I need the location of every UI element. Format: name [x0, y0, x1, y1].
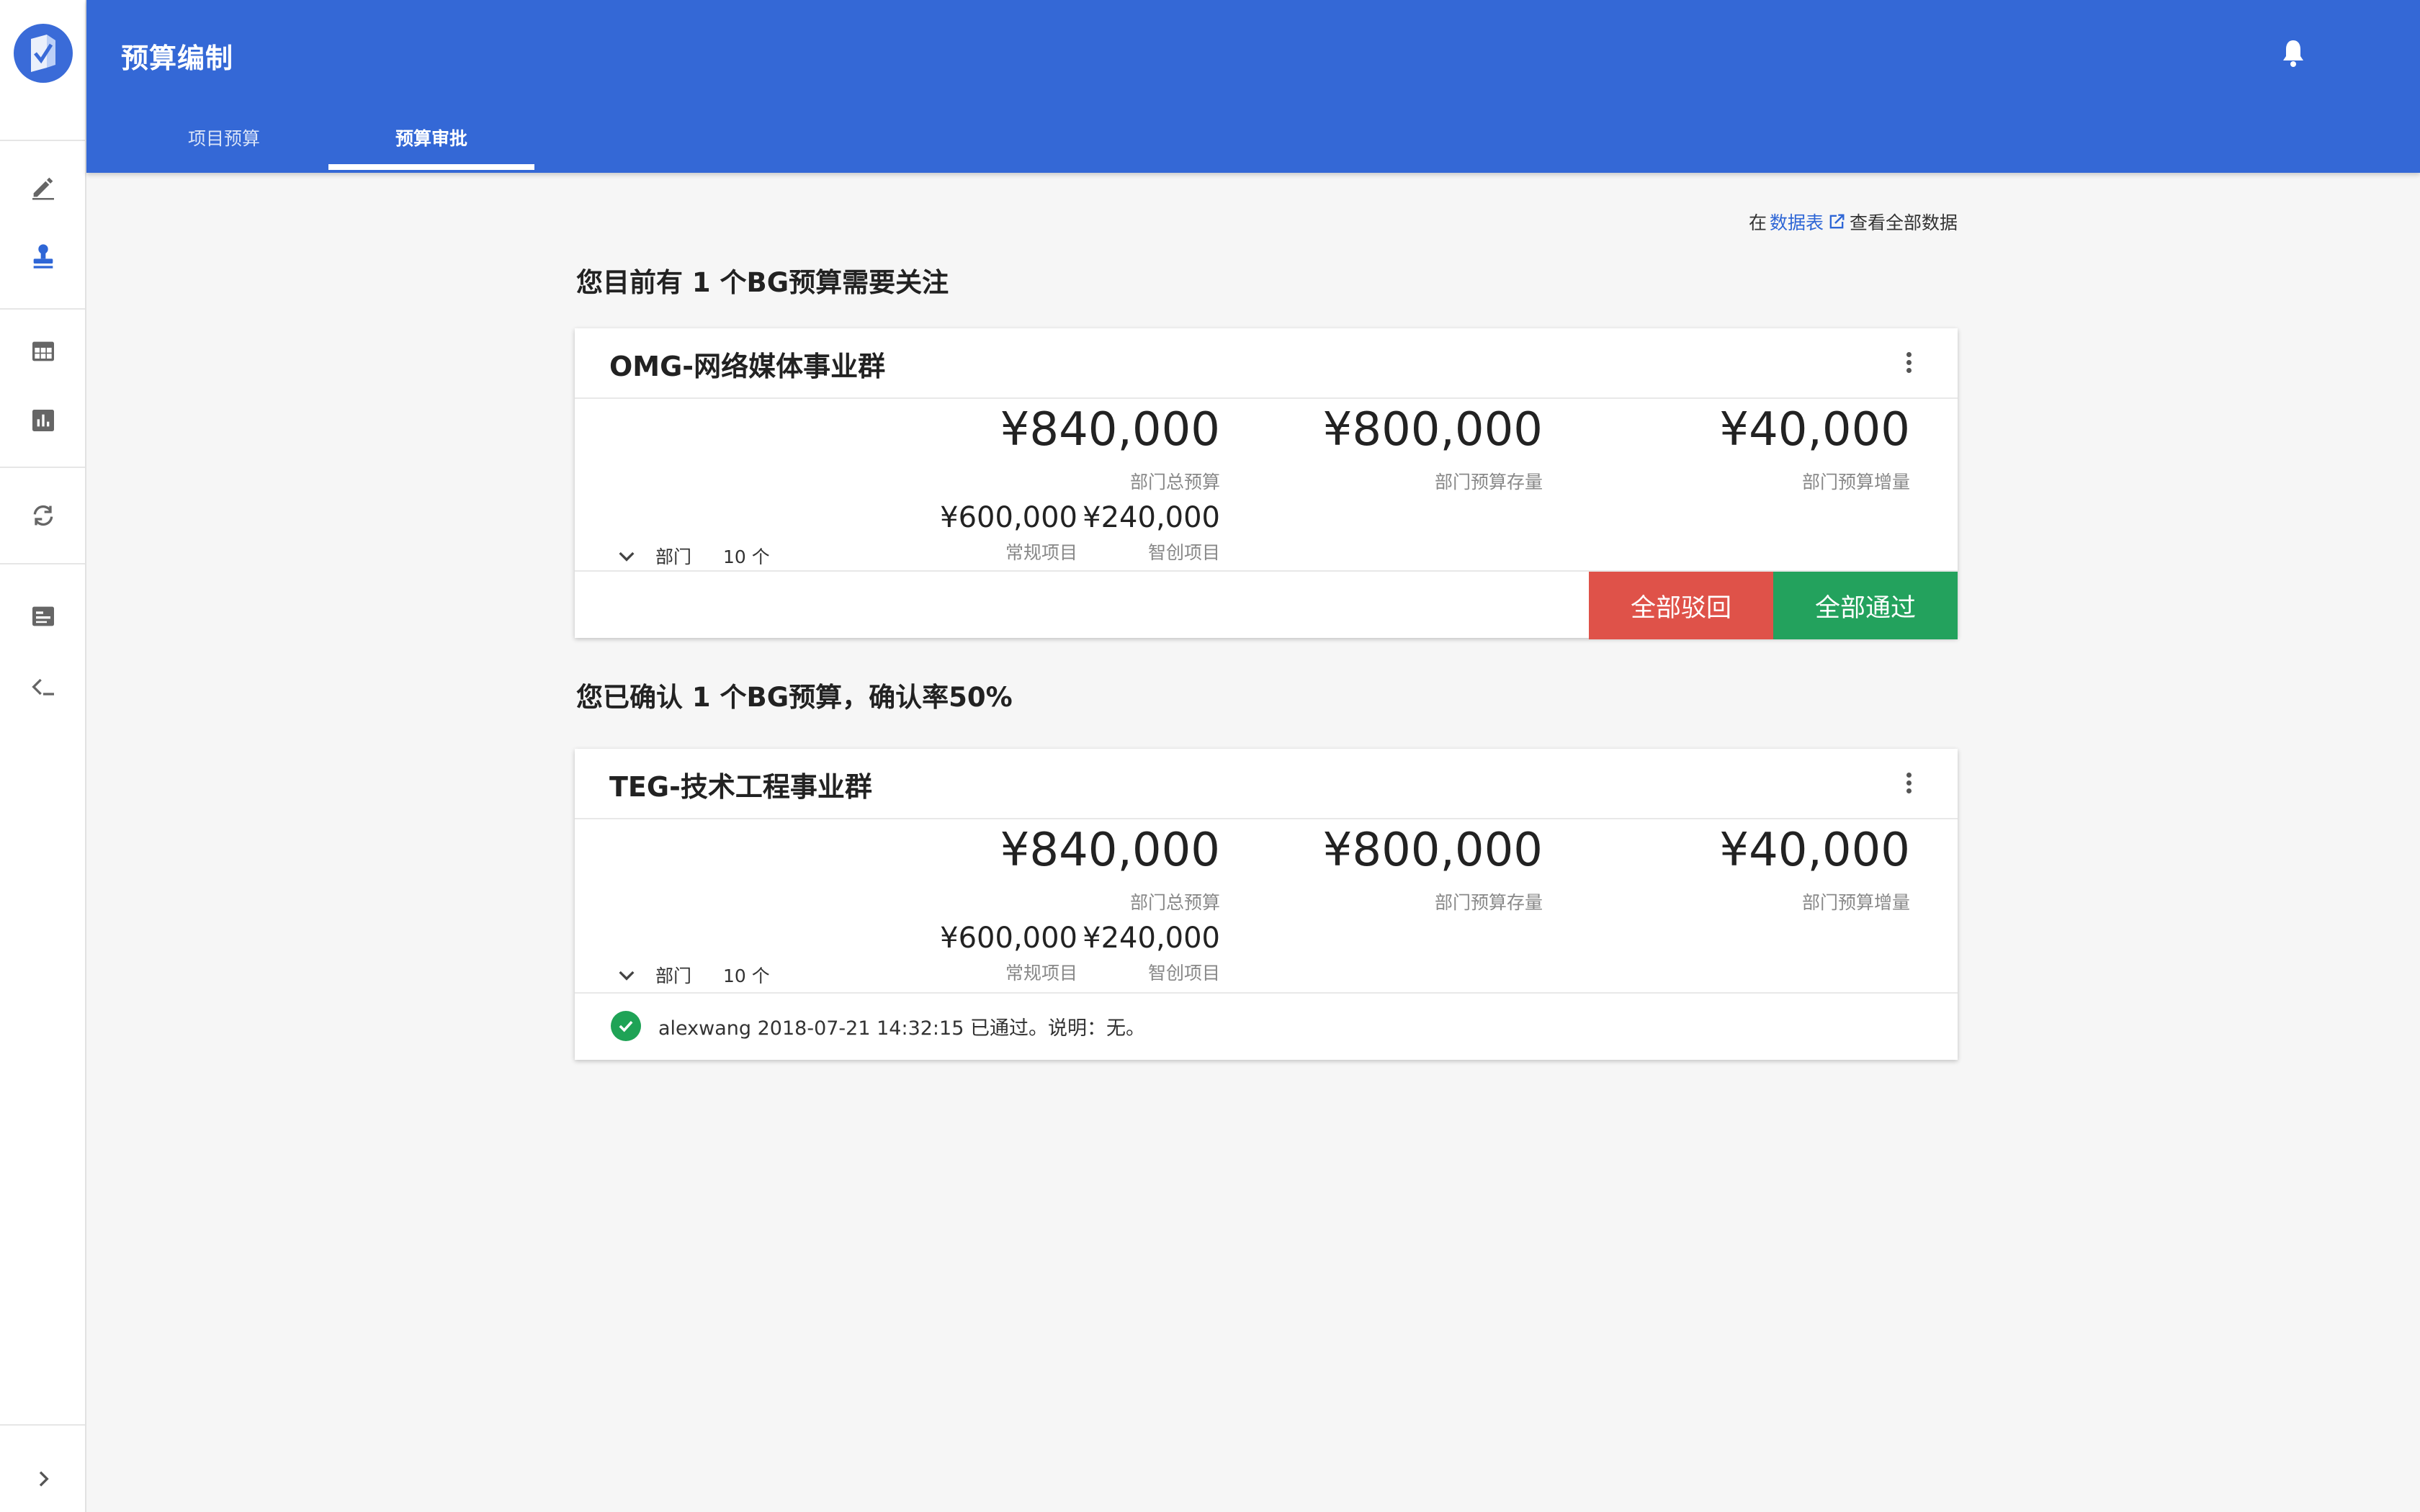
regular-project-label: 常规项目	[1005, 963, 1077, 984]
approval-status-text: alexwang 2018-07-21 14:32:15 已通过。说明：无。	[658, 1017, 1145, 1040]
data-table-link[interactable]: 数据表	[1770, 209, 1824, 235]
department-count: 10 个	[723, 966, 770, 986]
card-body: ¥840,000 部门总预算 ¥800,000 部门预算存量 ¥40,000 部…	[575, 819, 1958, 992]
logo-icon	[31, 35, 55, 72]
reject-all-button[interactable]: 全部驳回	[1589, 572, 1773, 639]
approve-all-button[interactable]: 全部通过	[1773, 572, 1958, 639]
sidebar-expand-button[interactable]	[26, 1462, 60, 1496]
sync-icon	[33, 505, 53, 526]
budget-increase-label: 部门预算增量	[1801, 892, 1910, 913]
pending-section-title: 您目前有 1 个BG预算需要关注	[576, 267, 949, 298]
sidebar-divider	[0, 140, 85, 141]
edit-icon	[32, 177, 54, 200]
page-title: 预算编制	[121, 42, 234, 74]
smart-project-label: 智创项目	[1147, 963, 1220, 984]
regular-project-label: 常规项目	[1005, 542, 1077, 563]
budget-increase-value: ¥40,000	[1719, 403, 1910, 456]
note-suffix: 查看全部数据	[1849, 212, 1958, 233]
sidebar-item-approval[interactable]	[26, 239, 60, 274]
card-header: TEG-技术工程事业群	[575, 749, 1958, 819]
smart-project-value: ¥240,000	[1083, 501, 1220, 534]
bg-name: TEG-技术工程事业群	[609, 771, 872, 803]
check-circle-icon	[611, 1011, 641, 1041]
bell-icon	[2283, 40, 2303, 67]
expand-chevron-icon	[39, 1471, 49, 1487]
smart-project-value: ¥240,000	[1083, 922, 1220, 955]
regular-project-value: ¥600,000	[940, 501, 1077, 534]
list-card-icon	[32, 606, 54, 626]
more-vert-icon	[1906, 352, 1912, 357]
data-table-note: 在 数据表 查看全部数据	[1749, 209, 1958, 235]
budget-increase-value: ¥40,000	[1719, 824, 1910, 877]
chevron-down-icon[interactable]	[615, 963, 638, 986]
app-logo[interactable]	[14, 24, 73, 83]
check-mark-icon	[619, 1020, 633, 1032]
sidebar-divider	[0, 563, 85, 564]
bg-name: OMG-网络媒体事业群	[609, 351, 886, 382]
sidebar-item-list[interactable]	[26, 599, 60, 634]
more-options-button[interactable]	[1901, 770, 1916, 799]
bar-chart-icon	[32, 410, 54, 431]
approval-status-footer: alexwang 2018-07-21 14:32:15 已通过。说明：无。	[575, 992, 1958, 1061]
department-label: 部门	[655, 546, 692, 567]
card-footer: 全部驳回 全部通过	[575, 570, 1958, 639]
sidebar-item-edit[interactable]	[26, 170, 60, 204]
total-budget-value: ¥840,000	[1000, 403, 1220, 456]
sidebar-item-back[interactable]	[26, 670, 60, 704]
smart-project-label: 智创项目	[1147, 542, 1220, 563]
bg-budget-card: OMG-网络媒体事业群 ¥840,000 部门总预算 ¥800,000 部门预算…	[575, 328, 1958, 639]
notifications-button[interactable]	[2276, 36, 2311, 71]
sidebar-divider	[0, 1424, 85, 1426]
note-prefix: 在	[1748, 212, 1767, 233]
sidebar-item-chart[interactable]	[26, 403, 60, 438]
table-icon	[32, 341, 54, 361]
chevron-down-icon[interactable]	[615, 544, 638, 567]
external-link-icon[interactable]	[1827, 212, 1847, 232]
approval-status: alexwang 2018-07-21 14:32:15 已通过。说明：无。	[611, 1011, 1145, 1041]
total-budget-label: 部门总预算	[1129, 892, 1220, 913]
card-body: ¥840,000 部门总预算 ¥800,000 部门预算存量 ¥40,000 部…	[575, 399, 1958, 570]
department-count: 10 个	[723, 546, 770, 567]
budget-increase-label: 部门预算增量	[1801, 472, 1910, 492]
sidebar-divider	[0, 467, 85, 468]
sidebar-item-table[interactable]	[26, 334, 60, 369]
total-budget-value: ¥840,000	[1000, 824, 1220, 877]
sidebar	[0, 0, 86, 1512]
budget-stock-label: 部门预算存量	[1434, 892, 1543, 913]
budget-stock-value: ¥800,000	[1322, 403, 1543, 456]
tab-project-budget[interactable]: 项目预算	[121, 115, 327, 173]
total-budget-label: 部门总预算	[1129, 472, 1220, 492]
department-label: 部门	[655, 966, 692, 986]
app-header: 预算编制 项目预算 预算审批	[86, 0, 2420, 173]
more-vert-icon	[1906, 773, 1912, 778]
card-header: OMG-网络媒体事业群	[575, 328, 1958, 399]
more-options-button[interactable]	[1901, 350, 1916, 379]
budget-stock-label: 部门预算存量	[1434, 472, 1543, 492]
collapse-left-icon	[32, 678, 54, 696]
active-tab-indicator	[328, 164, 534, 170]
regular-project-value: ¥600,000	[940, 922, 1077, 955]
stamp-icon	[33, 244, 53, 269]
confirmed-section-title: 您已确认 1 个BG预算，确认率50%	[576, 682, 1013, 713]
department-row: 部门 10 个	[615, 543, 770, 569]
bg-budget-card: TEG-技术工程事业群 ¥840,000 部门总预算 ¥800,000 部门预算…	[575, 749, 1958, 1060]
sidebar-divider	[0, 308, 85, 310]
department-row: 部门 10 个	[615, 962, 770, 988]
budget-stock-value: ¥800,000	[1322, 824, 1543, 877]
sidebar-item-sync[interactable]	[26, 498, 60, 533]
